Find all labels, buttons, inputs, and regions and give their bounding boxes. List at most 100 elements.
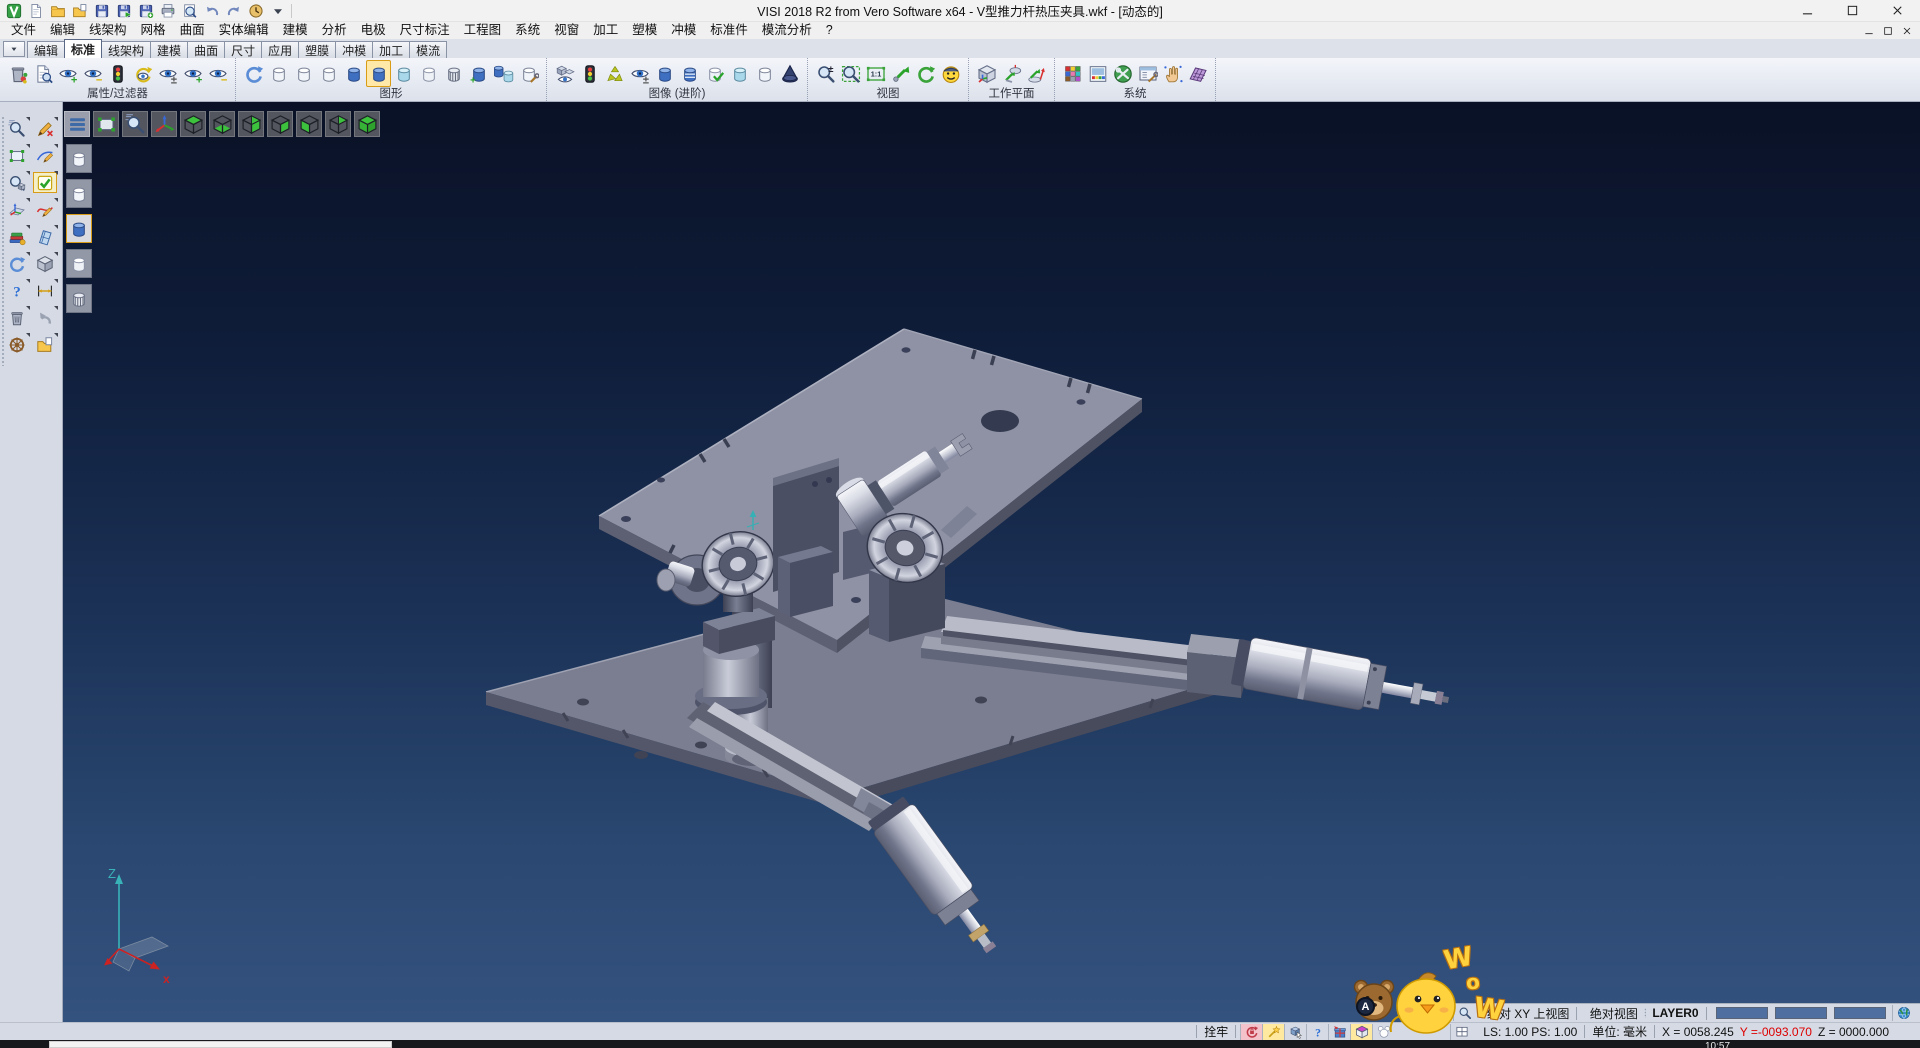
view-menu-button[interactable] — [64, 111, 90, 137]
dashed-hidden-display-button[interactable] — [316, 60, 341, 87]
tab-dimension[interactable]: 尺寸 — [224, 41, 262, 58]
layer-color-swatch[interactable] — [1834, 1007, 1886, 1019]
print-preview-button[interactable] — [179, 1, 200, 20]
menu-item-surface[interactable]: 曲面 — [173, 22, 212, 39]
magic-wand-button[interactable] — [1262, 1024, 1284, 1040]
cone-render-button[interactable] — [777, 60, 802, 87]
tab-modeling[interactable]: 建模 — [150, 41, 188, 58]
menu-item-help[interactable]: ? — [819, 22, 840, 39]
active-layer-readout[interactable]: LAYER0 — [1649, 1006, 1701, 1020]
redo-button[interactable] — [223, 1, 244, 20]
image-settings-button[interactable] — [1085, 60, 1110, 87]
qat-more-button[interactable] — [267, 1, 288, 20]
hatched-display-button[interactable] — [441, 60, 466, 87]
pick-box-button[interactable] — [1284, 1024, 1306, 1040]
spline-tool-button[interactable] — [33, 199, 57, 220]
attribute-preview-button[interactable] — [30, 60, 55, 87]
recent-history-button[interactable] — [245, 1, 266, 20]
wireframe-display-button[interactable] — [266, 60, 291, 87]
selection-hand-button[interactable] — [1160, 60, 1185, 87]
display-wireframe-button[interactable] — [66, 144, 92, 173]
system-config-button[interactable] — [1110, 60, 1135, 87]
regen-shading-button[interactable] — [241, 60, 266, 87]
window-maximize-button[interactable] — [1830, 0, 1875, 22]
filter-traffic-light-button[interactable] — [105, 60, 130, 87]
erase-sketch-button[interactable] — [33, 118, 57, 139]
menu-item-machining[interactable]: 加工 — [586, 22, 625, 39]
layer-color-swatch[interactable] — [1716, 1007, 1768, 1019]
app-logo-button[interactable] — [3, 1, 24, 20]
render-options-button[interactable] — [938, 60, 963, 87]
delete-tool-button[interactable] — [5, 307, 29, 328]
view-left-button[interactable] — [296, 111, 322, 137]
open-component-button[interactable] — [33, 334, 57, 355]
open-file-button[interactable] — [47, 1, 68, 20]
display-shaded-button[interactable] — [66, 214, 92, 243]
menu-item-flow-analysis[interactable]: 模流分析 — [755, 22, 819, 39]
striped-render-button[interactable] — [677, 60, 702, 87]
menu-item-modeling[interactable]: 建模 — [276, 22, 315, 39]
workplane-iso-button[interactable] — [974, 60, 999, 87]
edit-sketch-button[interactable] — [33, 145, 57, 166]
verified-render-button[interactable] — [702, 60, 727, 87]
view-top-button[interactable] — [180, 111, 206, 137]
window-select-button[interactable] — [5, 145, 29, 166]
hidden-line-display-button[interactable] — [291, 60, 316, 87]
view-reference-readout[interactable]: 绝对视图 — [1587, 1005, 1641, 1022]
new-file-button[interactable] — [25, 1, 46, 20]
workplane-align-button[interactable] — [1024, 60, 1049, 87]
view-iso-button[interactable] — [325, 111, 351, 137]
display-hidden-button[interactable] — [66, 179, 92, 208]
hide-entities-button[interactable]: − — [80, 60, 105, 87]
layer-color-swatch[interactable] — [1775, 1007, 1827, 1019]
view-shaded-button[interactable] — [354, 111, 380, 137]
zoom-window-button[interactable] — [838, 60, 863, 87]
viewport-zoom-window-button[interactable] — [93, 111, 119, 137]
tab-die[interactable]: 冲模 — [335, 41, 373, 58]
filter-trash-button[interactable] — [5, 60, 30, 87]
tab-edit[interactable]: 编辑 — [27, 41, 65, 58]
flat-display-button[interactable] — [416, 60, 441, 87]
regen-view-button[interactable] — [5, 253, 29, 274]
save-file-button[interactable] — [91, 1, 112, 20]
navigation-wheel-button[interactable] — [5, 334, 29, 355]
zoom-dynamic-button[interactable] — [5, 118, 29, 139]
tab-mold[interactable]: 塑膜 — [298, 41, 336, 58]
mdi-restore-button[interactable] — [1878, 23, 1897, 38]
solid-tool-button[interactable] — [33, 253, 57, 274]
recycle-entities-button[interactable] — [602, 60, 627, 87]
snap-rotate-button[interactable] — [1240, 1024, 1262, 1040]
print-button[interactable] — [157, 1, 178, 20]
zoom-in-out-button[interactable]: ± — [813, 60, 838, 87]
solid-render-button[interactable] — [652, 60, 677, 87]
translucent-display-button[interactable] — [391, 60, 416, 87]
menu-item-analysis[interactable]: 分析 — [315, 22, 354, 39]
menu-item-die[interactable]: 冲模 — [664, 22, 703, 39]
view-right-button[interactable] — [267, 111, 293, 137]
menu-item-dimensioning[interactable]: 尺寸标注 — [393, 22, 457, 39]
shaded-edges-display-button[interactable] — [366, 60, 391, 87]
save-copy-button[interactable] — [135, 1, 156, 20]
multi-body-view-button[interactable] — [552, 60, 577, 87]
view-bottom-button[interactable] — [209, 111, 235, 137]
color-palette-button[interactable] — [1060, 60, 1085, 87]
show-all-button[interactable]: + — [180, 60, 205, 87]
addons-gift-button[interactable] — [1328, 1024, 1350, 1040]
menu-item-drawing[interactable]: 工程图 — [457, 22, 509, 39]
menu-item-standard-parts[interactable]: 标准件 — [703, 22, 755, 39]
undo-view-button[interactable] — [33, 307, 57, 328]
menu-item-electrode[interactable]: 电极 — [354, 22, 393, 39]
context-help-button[interactable]: ? — [5, 280, 29, 301]
display-hatched-button[interactable] — [66, 284, 92, 313]
menu-item-system[interactable]: 系统 — [508, 22, 547, 39]
menu-item-solid-edit[interactable]: 实体编辑 — [212, 22, 276, 39]
tab-flow[interactable]: 模流 — [409, 41, 447, 58]
window-minimize-button[interactable] — [1785, 0, 1830, 22]
tab-standard[interactable]: 标准 — [64, 39, 102, 58]
refresh-visibility-button[interactable] — [130, 60, 155, 87]
measure-tool-button[interactable] — [33, 280, 57, 301]
shaded-display-button[interactable] — [341, 60, 366, 87]
zoom-extents-button[interactable] — [888, 60, 913, 87]
show-entities-button[interactable]: + — [55, 60, 80, 87]
view-front-button[interactable] — [238, 111, 264, 137]
